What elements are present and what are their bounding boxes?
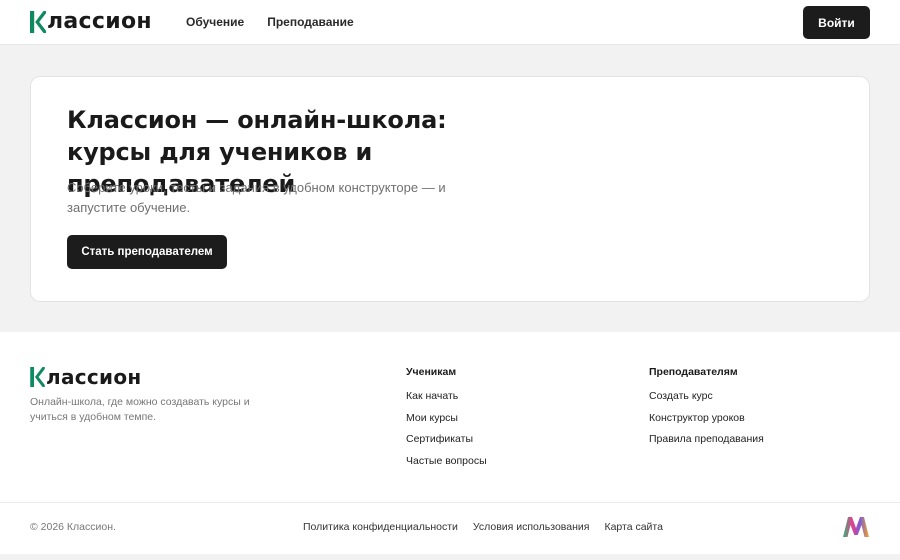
nav-teaching[interactable]: Преподавание bbox=[267, 14, 354, 30]
footer-link-teaching-rules[interactable]: Правила преподавания bbox=[649, 432, 764, 446]
multicolor-m-logo-icon bbox=[843, 517, 869, 537]
footer-link-create-course[interactable]: Создать курс bbox=[649, 389, 764, 403]
footer-link-how-to-start[interactable]: Как начать bbox=[406, 389, 487, 403]
hero-subtitle: Соберите уроки, тесты и задания в удобно… bbox=[67, 180, 446, 215]
nav-learning[interactable]: Обучение bbox=[186, 14, 244, 30]
footer-description: Онлайн-школа, где можно создавать курсы … bbox=[30, 396, 250, 423]
login-button[interactable]: Войти bbox=[803, 6, 870, 39]
copyright: © 2026 Классион. bbox=[30, 521, 116, 533]
footer-link-certificates[interactable]: Сертификаты bbox=[406, 432, 487, 446]
main-nav: Обучение Преподавание bbox=[186, 14, 354, 30]
footer-logo[interactable]: лассион bbox=[30, 364, 142, 390]
footer-divider bbox=[0, 502, 900, 503]
footer-students-title: Ученикам bbox=[406, 366, 457, 378]
footer-link-my-courses[interactable]: Мои курсы bbox=[406, 411, 487, 425]
hero-card: Классион — онлайн-школа: курсы для учени… bbox=[30, 76, 870, 302]
footer-students-column: Ученикам Как начать Мои курсы Сертификат… bbox=[406, 365, 487, 476]
logo-text: лассион bbox=[47, 9, 152, 34]
site-footer: лассион Онлайн-школа, где можно создават… bbox=[0, 332, 900, 554]
footer-logo-text: лассион bbox=[46, 365, 142, 389]
footer-teachers-column: Преподавателям Создать курс Конструктор … bbox=[649, 365, 764, 454]
header-logo[interactable]: лассион bbox=[30, 8, 152, 36]
legal-links: Политика конфиденциальности Условия испо… bbox=[303, 520, 663, 534]
sitemap-link[interactable]: Карта сайта bbox=[604, 520, 663, 534]
footer-teachers-title: Преподавателям bbox=[649, 366, 738, 378]
become-teacher-button[interactable]: Стать преподавателем bbox=[67, 235, 227, 269]
k-letter-logo-icon bbox=[30, 11, 46, 33]
k-letter-logo-icon bbox=[30, 367, 45, 387]
terms-of-use-link[interactable]: Условия использования bbox=[473, 520, 590, 534]
footer-link-faq[interactable]: Частые вопросы bbox=[406, 454, 487, 468]
footer-link-lesson-builder[interactable]: Конструктор уроков bbox=[649, 411, 764, 425]
privacy-policy-link[interactable]: Политика конфиденциальности bbox=[303, 520, 458, 534]
site-header: лассион Обучение Преподавание Войти bbox=[0, 0, 900, 45]
